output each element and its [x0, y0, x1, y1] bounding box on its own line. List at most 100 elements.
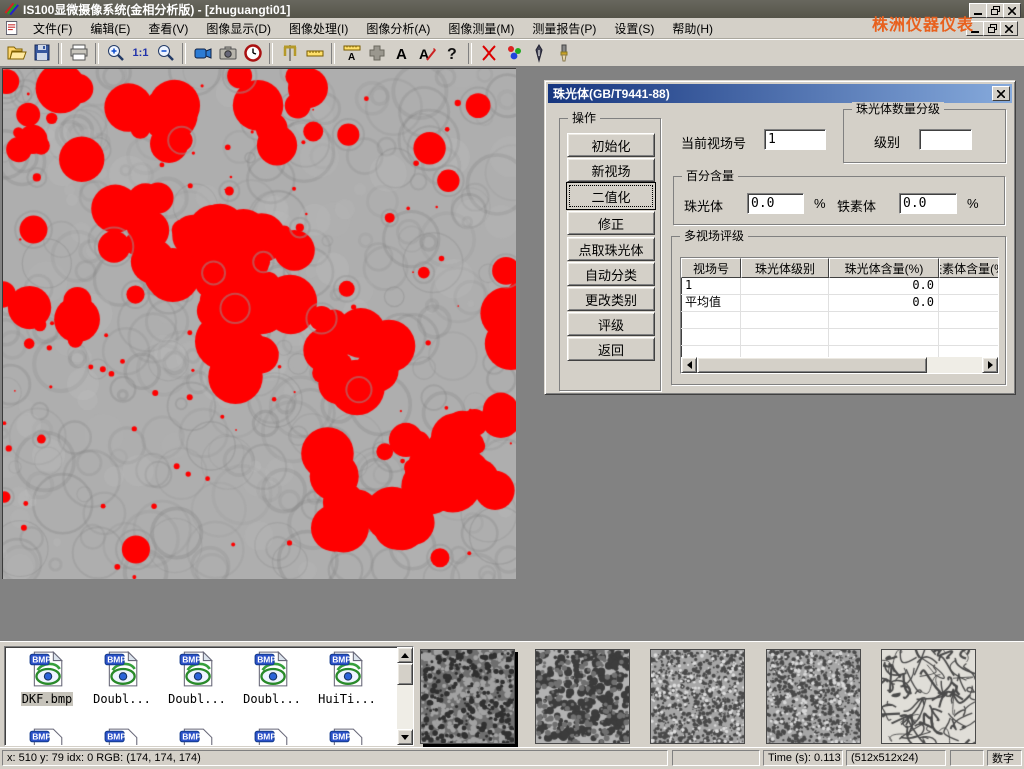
scroll-right-button[interactable] [982, 357, 998, 373]
menu-image-display[interactable]: 图像显示(D) [197, 18, 280, 39]
child-restore-button[interactable] [983, 21, 1001, 36]
current-field-input[interactable]: 1 [764, 129, 826, 150]
brush-tool-button[interactable] [551, 41, 576, 65]
thumbnail-image[interactable] [766, 649, 861, 744]
file-name[interactable]: Doubl... [167, 692, 227, 706]
title-bar[interactable]: IS100显微摄像系统(金相分析版) - [zhuguangti01] [0, 0, 1024, 18]
table-row[interactable]: 1 0.0 [681, 278, 998, 295]
file-item[interactable]: BMP [161, 727, 233, 746]
table-hscrollbar[interactable] [681, 357, 998, 373]
brush-tool-icon [554, 43, 574, 63]
auto-classify-button[interactable]: 自动分类 [567, 262, 655, 286]
ferrite-input[interactable]: 0.0 [899, 193, 957, 214]
scroll-down-button[interactable] [397, 729, 413, 745]
rate-button[interactable]: 评级 [567, 312, 655, 336]
measure-text-icon: A [342, 43, 362, 63]
thumbnail-image-selected[interactable] [420, 649, 515, 744]
init-button[interactable]: 初始化 [567, 133, 655, 157]
open-folder-icon [7, 43, 27, 63]
bmp-file-icon: BMP [178, 727, 216, 746]
return-button[interactable]: 返回 [567, 337, 655, 361]
document-icon[interactable] [4, 19, 20, 37]
file-item[interactable]: BMP [311, 727, 383, 746]
file-item[interactable]: BMP [236, 727, 308, 746]
menu-view[interactable]: 查看(V) [139, 18, 197, 39]
new-field-button-label: 新视场 [591, 161, 630, 180]
scroll-right-icon [988, 361, 993, 369]
menu-image-processing[interactable]: 图像处理(I) [280, 18, 357, 39]
zoom-in-button[interactable] [103, 41, 128, 65]
edit-annotation-button[interactable]: A [414, 41, 439, 65]
child-close-button[interactable] [1000, 21, 1018, 36]
thumbnail-image[interactable] [881, 649, 976, 744]
help-button[interactable]: ? [439, 41, 464, 65]
grade-count-group-label: 珠光体数量分级 [852, 102, 944, 116]
binarize-button[interactable]: 二值化 [566, 182, 656, 210]
grid-icon [367, 43, 387, 63]
dialog-title-bar[interactable]: 珠光体(GB/T9441-88) [548, 84, 1012, 103]
actual-size-button[interactable]: 1:1 [128, 41, 153, 65]
grid-button[interactable] [364, 41, 389, 65]
file-name[interactable]: Doubl... [92, 692, 152, 706]
table-row[interactable]: 平均值 0.0 [681, 295, 998, 312]
bmp-file-icon: BMP [253, 650, 291, 688]
pearlite-label: 珠光体 [684, 196, 723, 215]
print-button[interactable] [66, 41, 91, 65]
toolbar-separator [58, 43, 62, 64]
change-class-button[interactable]: 更改类别 [567, 287, 655, 311]
thumbnail-image[interactable] [650, 649, 745, 744]
file-item[interactable]: BMP [86, 727, 158, 746]
menu-image-analysis[interactable]: 图像分析(A) [357, 18, 439, 39]
scroll-left-button[interactable] [681, 357, 697, 373]
file-item[interactable]: BMP Doubl... [236, 650, 308, 706]
file-item[interactable]: BMP [11, 727, 83, 746]
scroll-up-button[interactable] [397, 647, 413, 663]
svg-text:BMP: BMP [32, 732, 51, 742]
file-name[interactable]: Doubl... [242, 692, 302, 706]
menu-image-measure[interactable]: 图像测量(M) [439, 18, 523, 39]
camera-button[interactable] [215, 41, 240, 65]
file-item[interactable]: BMP Doubl... [86, 650, 158, 706]
multi-field-table[interactable]: 视场号 珠光体级别 珠光体含量(%) 铁素体含量(%) 1 0.0 平均值 0.… [680, 257, 999, 374]
svg-text:BMP: BMP [182, 655, 201, 665]
print-icon [69, 43, 89, 63]
open-folder-button[interactable] [4, 41, 29, 65]
menu-measure-report[interactable]: 测量报告(P) [523, 18, 605, 39]
measure-text-button[interactable]: A [339, 41, 364, 65]
pick-pearlite-button[interactable]: 点取珠光体 [567, 237, 655, 261]
caliper-button[interactable] [277, 41, 302, 65]
menu-help[interactable]: 帮助(H) [663, 18, 722, 39]
menu-file[interactable]: 文件(F) [24, 18, 81, 39]
text-label-button[interactable]: A [389, 41, 414, 65]
file-name[interactable]: DKF.bmp [21, 692, 74, 706]
menu-edit[interactable]: 编辑(E) [81, 18, 139, 39]
file-name[interactable]: HuiTi... [317, 692, 377, 706]
save-button[interactable] [29, 41, 54, 65]
new-field-button[interactable]: 新视场 [567, 158, 655, 182]
metallographic-image[interactable] [2, 68, 516, 579]
file-item[interactable]: BMP DKF.bmp [11, 650, 83, 706]
curve-tool-button[interactable] [476, 41, 501, 65]
correct-button[interactable]: 修正 [567, 211, 655, 235]
restore-button[interactable] [986, 3, 1004, 18]
svg-text:BMP: BMP [332, 655, 351, 665]
pearlite-input[interactable]: 0.0 [747, 193, 804, 214]
zoom-out-button[interactable] [153, 41, 178, 65]
dialog-close-button[interactable] [992, 86, 1010, 101]
timer-clock-button[interactable] [240, 41, 265, 65]
file-item[interactable]: BMP HuiTi... [311, 650, 383, 706]
pen-tool-button[interactable] [526, 41, 551, 65]
vendor-watermark: 株洲仪器仪表 [872, 11, 974, 35]
menu-settings[interactable]: 设置(S) [605, 18, 663, 39]
video-camera-button[interactable] [190, 41, 215, 65]
hscroll-thumb[interactable] [697, 357, 927, 373]
close-button[interactable] [1003, 3, 1021, 18]
level-input[interactable] [919, 129, 972, 150]
file-browser-vscrollbar[interactable] [397, 647, 413, 745]
thumbnail-image[interactable] [535, 649, 630, 744]
particle-classify-button[interactable] [501, 41, 526, 65]
file-item[interactable]: BMP Doubl... [161, 650, 233, 706]
file-browser[interactable]: BMP DKF.bmp BMP Doubl... BMP Doubl... [4, 646, 414, 746]
vscroll-thumb[interactable] [397, 663, 413, 685]
ruler-button[interactable] [302, 41, 327, 65]
